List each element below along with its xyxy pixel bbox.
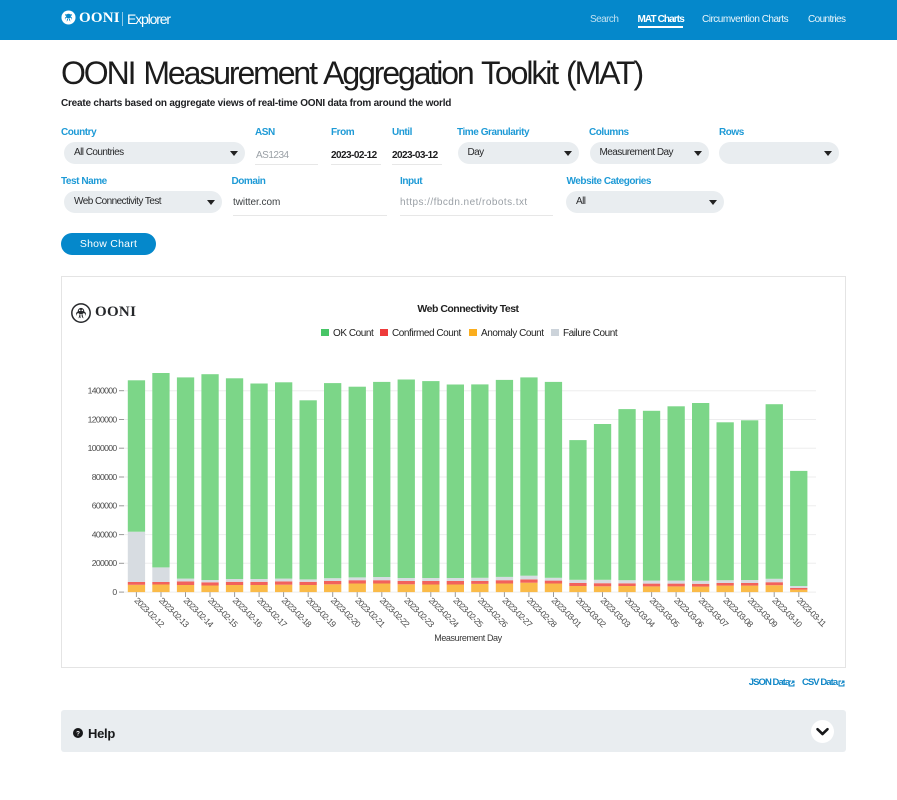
svg-text:1400000: 1400000: [88, 386, 118, 396]
svg-text:800000: 800000: [92, 472, 118, 482]
svg-text:200000: 200000: [92, 558, 118, 568]
svg-text:Measurement Day: Measurement Day: [434, 633, 502, 643]
svg-text:?: ?: [76, 730, 80, 737]
svg-text:1000000: 1000000: [88, 443, 118, 453]
svg-text:0: 0: [112, 587, 117, 597]
svg-text:400000: 400000: [92, 529, 118, 539]
svg-text:600000: 600000: [92, 501, 118, 511]
svg-text:1200000: 1200000: [88, 414, 118, 424]
